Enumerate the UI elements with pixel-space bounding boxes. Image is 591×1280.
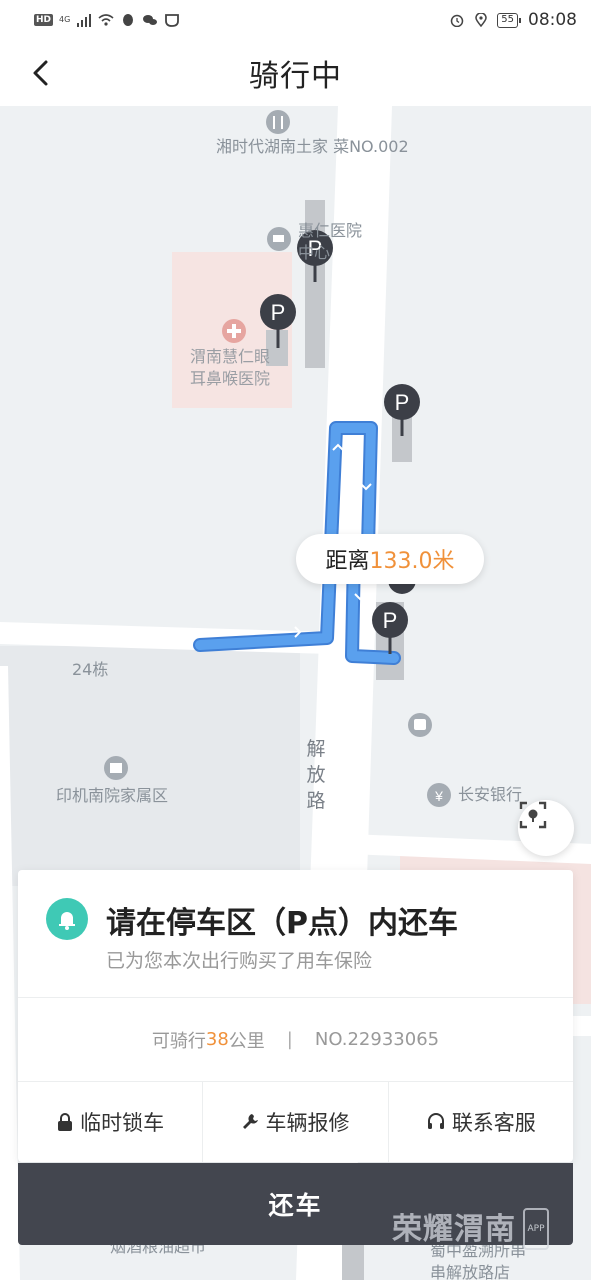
chevron-left-icon [33,60,48,86]
report-repair-label: 车辆报修 [265,1111,350,1135]
status-left: HD 4G [34,13,180,27]
contact-support-button[interactable]: 联系客服 [389,1082,573,1162]
network-type: 4G [59,15,71,24]
poi-building-24: 24栋 [72,660,109,679]
svg-text:P: P [271,300,286,325]
hospital-icon [222,319,246,343]
watermark-logo: 荣耀渭南 [392,1212,516,1247]
scan-focus-icon [519,801,547,829]
residential-icon [104,756,128,780]
notice-title: 请在停车区（P点）内还车 [106,906,458,941]
restaurant-icon [266,110,290,134]
hd-badge: HD [34,14,54,26]
range-unit: 公里 [228,1030,265,1052]
range-value: 38 [205,1029,229,1050]
lock-icon [58,1113,73,1131]
scan-locate-button[interactable] [518,800,574,856]
distance-value: 133.0米 [369,549,455,574]
signal-icon [77,14,92,27]
range-info: 可骑行 38 公里 | NO.22933065 [18,998,573,1082]
parking-marker[interactable]: P [384,384,420,436]
back-button[interactable] [24,56,58,90]
wechat-icon [143,15,158,25]
bell-icon [46,898,88,940]
action-bar: 临时锁车 车辆报修 联系客服 [18,1082,573,1162]
range-prefix: 可骑行 [151,1030,206,1052]
wifi-icon [98,14,114,26]
poi-medical-center: 惠仁医院 中心 [298,221,363,262]
svg-text:¥: ¥ [434,788,443,804]
bus-stop-icon [408,713,432,737]
location-icon [475,13,488,27]
temp-lock-label: 临时锁车 [80,1111,165,1135]
qq-icon [123,14,134,26]
svg-text:P: P [395,390,410,415]
contact-support-label: 联系客服 [451,1111,536,1135]
distance-label: 距离 [325,549,370,574]
battery-indicator: 55 [497,12,521,28]
alarm-icon [451,14,464,27]
range-divider: | [286,1029,293,1050]
wrench-icon [243,1114,259,1129]
app-notification-icon [165,14,180,27]
return-notice: 请在停车区（P点）内还车 已为您本次出行购买了用车保险 [18,870,573,998]
report-repair-button[interactable]: 车辆报修 [203,1082,389,1162]
shopping-cart-icon [267,227,291,251]
ride-info-card: 请在停车区（P点）内还车 已为您本次出行购买了用车保险 可骑行 38 公里 | NO… [18,870,573,1162]
status-time: 08:08 [528,10,577,30]
status-right: 55 08:08 [449,10,577,30]
page-title: 骑行中 [249,59,342,94]
road-stub [572,1016,591,1036]
road-label: 解放路 [306,738,326,812]
poi-restaurant: 湘时代湖南土家 菜NO.002 [216,137,409,156]
notice-subtitle: 已为您本次出行购买了用车保险 [106,950,373,972]
watermark-app-icon: APP [523,1208,549,1250]
bank-icon: ¥ [427,783,451,807]
poi-bank: 长安银行 [458,785,523,804]
poi-residential: 印机南院家属区 [56,786,169,805]
header: 骑行中 [0,40,591,106]
poi-hospital: 渭南慧仁眼 耳鼻喉医院 [190,347,271,388]
temp-lock-button[interactable]: 临时锁车 [18,1082,204,1162]
map-block [0,646,300,886]
status-bar: HD 4G 55 08:08 [0,0,591,40]
headset-icon [427,1113,444,1129]
distance-bubble: 距离 133.0米 [296,534,484,584]
bike-number: NO.22933065 [314,1029,440,1050]
svg-text:P: P [383,608,398,633]
